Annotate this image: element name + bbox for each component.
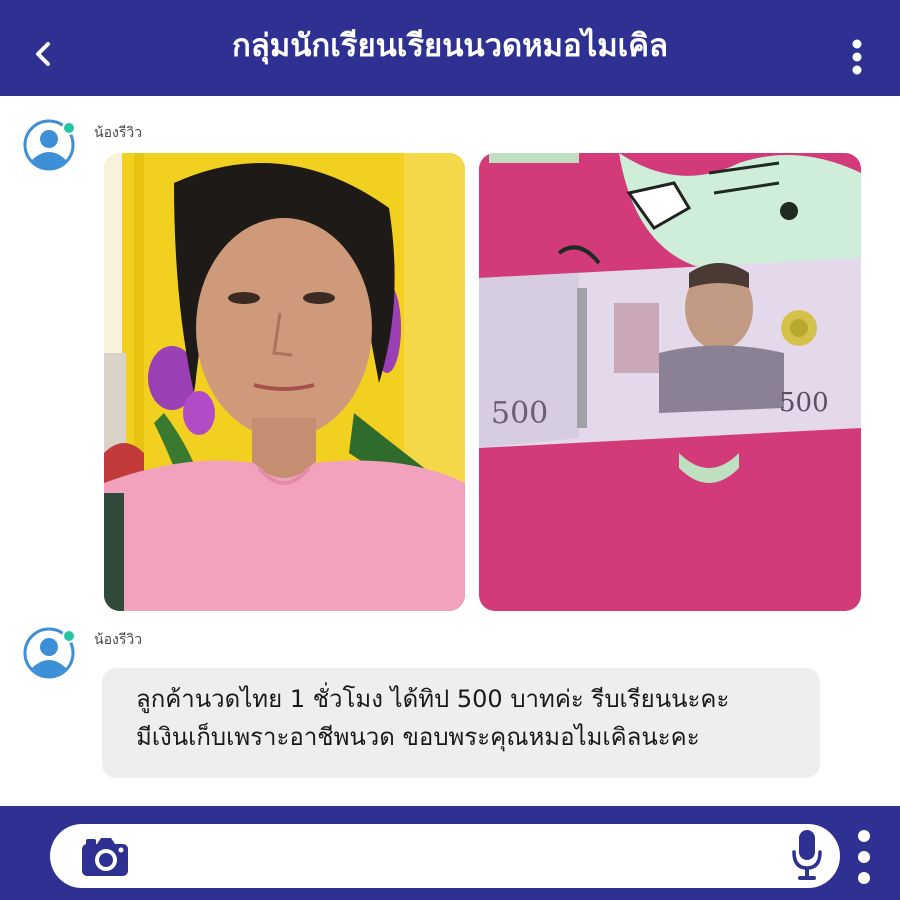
- message-sender-name: น้องรีวิว: [94, 632, 143, 648]
- message-input[interactable]: [50, 824, 840, 888]
- more-vertical-icon: [858, 830, 870, 884]
- footer-menu-button[interactable]: [852, 826, 876, 888]
- back-button[interactable]: [26, 34, 62, 74]
- header-menu-button[interactable]: [845, 36, 869, 80]
- online-status-dot: [62, 121, 76, 135]
- camera-icon: [82, 838, 128, 876]
- banknote-image: 500 500: [479, 153, 861, 611]
- online-status-dot: [62, 629, 76, 643]
- woman-portrait-photo[interactable]: [104, 153, 465, 611]
- user-avatar-icon[interactable]: [22, 118, 76, 172]
- message-text-line: มีเงินเก็บเพราะอาชีพนวด ขอบพระคุณหมอไมเค…: [136, 723, 700, 751]
- banknote-photo[interactable]: 500 500: [479, 153, 861, 611]
- chat-title: กลุ่มนักเรียนเรียนนวดหมอไมเคิล: [232, 28, 668, 64]
- banknote-denomination-right: 500: [779, 388, 829, 418]
- banknote-denomination-left: 500: [491, 396, 548, 431]
- message-sender-name: น้องรีวิว: [94, 125, 143, 141]
- woman-portrait-image: [104, 153, 465, 611]
- message-bubble: ลูกค้านวดไทย 1 ชั่วโมง ได้ทิป 500 บาทค่ะ…: [102, 668, 820, 778]
- more-vertical-icon: [852, 39, 862, 75]
- user-avatar-icon[interactable]: [22, 626, 76, 680]
- microphone-button[interactable]: [790, 828, 824, 882]
- microphone-icon: [792, 830, 822, 880]
- camera-button[interactable]: [80, 836, 130, 878]
- message-text-line: ลูกค้านวดไทย 1 ชั่วโมง ได้ทิป 500 บาทค่ะ…: [136, 685, 730, 713]
- chevron-left-icon: [36, 42, 50, 66]
